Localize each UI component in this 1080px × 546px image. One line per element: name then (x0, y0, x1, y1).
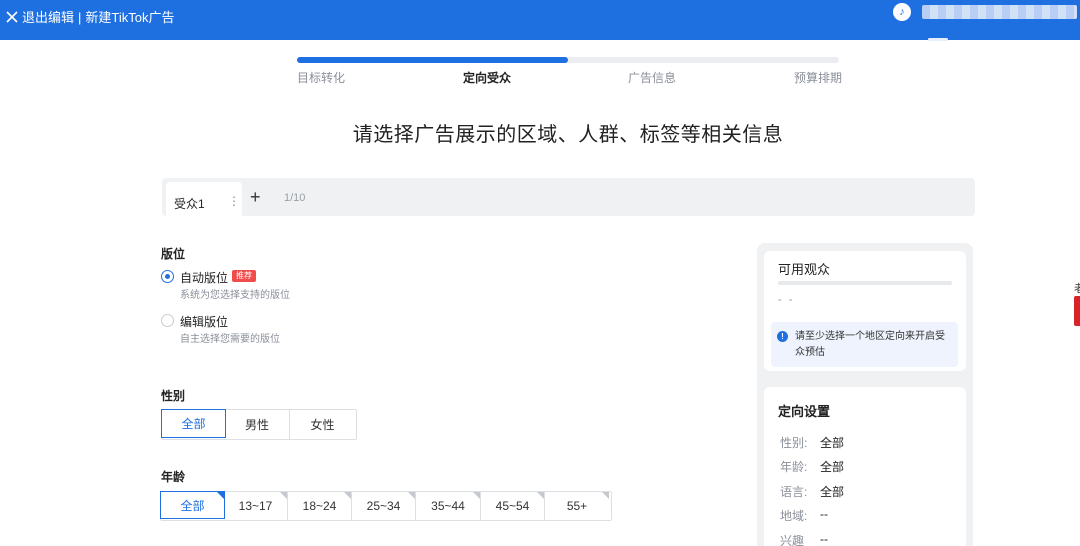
placement-title: 版位 (161, 247, 186, 261)
add-audience-button[interactable]: + (250, 187, 261, 207)
corner-mark (217, 492, 224, 499)
age-option-label: 45~54 (495, 499, 530, 513)
tiktok-icon[interactable]: ♪ (893, 3, 911, 21)
step-audience[interactable]: 定向受众 (463, 69, 511, 86)
region-notice: ! 请至少选择一个地区定向来开启受众预估 (771, 322, 958, 367)
account-sub-blurred (928, 38, 948, 41)
gender-option-male[interactable]: 男性 (225, 410, 290, 439)
setting-key-language: 语言: (780, 485, 808, 499)
edit-placement-desc: 自主选择您需要的版位 (180, 334, 280, 345)
exit-edit-link[interactable]: 退出编辑 (22, 10, 74, 26)
step-budget-schedule[interactable]: 预算排期 (794, 69, 842, 86)
setting-value-language: 全部 (820, 485, 845, 499)
recommended-badge: 推荐 (232, 270, 256, 282)
audience-size-bar (778, 281, 952, 285)
gender-option-all[interactable]: 全部 (161, 409, 226, 438)
gender-option-female[interactable]: 女性 (290, 410, 355, 439)
edit-placement-label[interactable]: 编辑版位 (180, 313, 228, 330)
topbar-title: 退出编辑 | 新建TikTok广告 (22, 10, 174, 26)
corner-mark (280, 492, 287, 499)
available-audience-title: 可用观众 (778, 262, 831, 277)
age-selector: 全部 13~17 18~24 25~34 35~44 45~54 55+ (160, 491, 612, 521)
corner-mark (408, 492, 415, 499)
corner-mark (602, 492, 609, 499)
radio-auto-placement[interactable] (161, 270, 174, 283)
setting-key-interest: 兴趣 (780, 534, 805, 546)
title-separator: | (78, 10, 82, 25)
setting-value-age: 全部 (820, 460, 845, 474)
edge-floating-text: 老 (1074, 283, 1080, 295)
tab-audience-1[interactable]: 受众1 ⋮ (166, 182, 242, 216)
age-option-label: 55+ (566, 499, 588, 513)
more-icon[interactable]: ⋮ (228, 194, 240, 208)
age-option-label: 35~44 (431, 499, 465, 513)
step-ad-info[interactable]: 广告信息 (628, 69, 676, 86)
auto-placement-label[interactable]: 自动版位 (180, 269, 228, 286)
setting-value-interest: -- (820, 532, 828, 546)
gender-title: 性别 (161, 389, 186, 403)
step-target-conversion[interactable]: 目标转化 (297, 69, 345, 86)
age-option-25-34[interactable]: 25~34 (352, 492, 416, 520)
info-icon: ! (777, 331, 788, 342)
age-option-55-plus[interactable]: 55+ (545, 492, 609, 520)
corner-mark (344, 492, 351, 499)
age-option-label: 18~24 (302, 499, 337, 513)
page-heading: 请选择广告展示的区域、人群、标签等相关信息 (352, 124, 784, 146)
tab-label: 受众1 (174, 197, 205, 211)
age-option-label: 25~34 (366, 499, 401, 513)
audience-count: 1/10 (284, 192, 306, 204)
edge-floating-widget[interactable] (1074, 296, 1080, 326)
setting-value-gender: 全部 (820, 436, 845, 450)
audience-tab-bar: 受众1 ⋮ + 1/10 (162, 178, 975, 216)
top-bar: 退出编辑 | 新建TikTok广告 ♪ (0, 0, 1080, 41)
radio-edit-placement[interactable] (161, 314, 174, 327)
corner-mark (473, 492, 480, 499)
age-option-label: 全部 (180, 498, 205, 513)
audience-size-value: - - (778, 294, 795, 306)
setting-key-age: 年龄: (780, 460, 808, 474)
account-name-blurred[interactable] (922, 5, 1077, 19)
age-option-35-44[interactable]: 35~44 (416, 492, 481, 520)
age-option-label: 13~17 (238, 499, 273, 513)
age-option-13-17[interactable]: 13~17 (224, 492, 288, 520)
corner-mark (537, 492, 544, 499)
setting-key-region: 地域: (780, 509, 808, 523)
age-option-all[interactable]: 全部 (160, 491, 225, 519)
targeting-settings-title: 定向设置 (778, 404, 831, 419)
setting-value-region: -- (820, 507, 828, 521)
auto-placement-desc: 系统为您选择支持的版位 (180, 290, 290, 301)
gender-selector: 全部 男性 女性 (161, 409, 357, 440)
step-progress-fill (297, 57, 568, 63)
age-option-45-54[interactable]: 45~54 (481, 492, 545, 520)
notice-text: 请至少选择一个地区定向来开启受众预估 (795, 331, 945, 358)
setting-key-gender: 性别: (780, 436, 808, 450)
age-title: 年龄 (161, 470, 186, 484)
close-icon[interactable] (5, 10, 19, 24)
page-title: 新建TikTok广告 (85, 10, 175, 25)
age-option-18-24[interactable]: 18~24 (288, 492, 352, 520)
step-progress-track (297, 57, 839, 63)
